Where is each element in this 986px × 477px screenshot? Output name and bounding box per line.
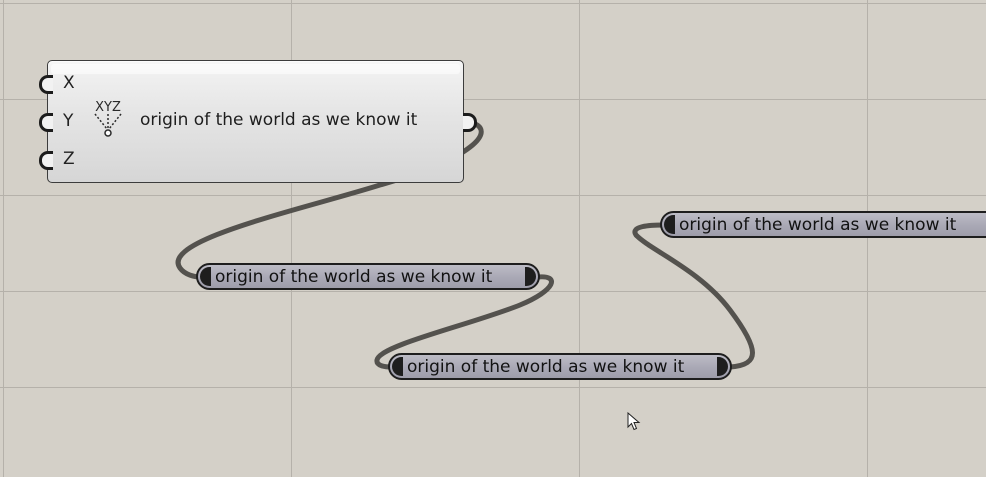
xyz-point-icon: XYZ xyxy=(94,100,122,137)
grasshopper-canvas[interactable]: X Y Z XYZ origin of the world as we know… xyxy=(0,0,986,477)
input-param-z: Z xyxy=(63,149,75,169)
input-grip-y[interactable] xyxy=(39,113,53,132)
relay-1-label: origin of the world as we know it xyxy=(215,267,493,287)
relay-3-input-grip[interactable] xyxy=(664,215,675,234)
relay-3[interactable]: origin of the world as we know it xyxy=(660,211,986,238)
component-shine xyxy=(51,64,460,74)
input-grip-z[interactable] xyxy=(39,151,53,170)
relay-2-output-grip[interactable] xyxy=(717,357,728,376)
relay-3-label: origin of the world as we know it xyxy=(679,215,957,235)
relay-2[interactable]: origin of the world as we know it xyxy=(388,353,732,380)
xyz-icon-letters: XYZ xyxy=(95,100,121,115)
relay-1-input-grip[interactable] xyxy=(200,267,211,286)
input-param-x: X xyxy=(63,73,75,93)
component-nickname: origin of the world as we know it xyxy=(140,110,418,130)
construct-point-component[interactable]: X Y Z XYZ origin of the world as we know… xyxy=(39,60,477,183)
relay-2-label: origin of the world as we know it xyxy=(407,357,685,377)
mouse-pointer-icon xyxy=(627,412,641,431)
input-grip-x[interactable] xyxy=(39,75,53,94)
wire-relay-2-to-relay-3[interactable] xyxy=(632,222,755,370)
relay-2-input-grip[interactable] xyxy=(392,357,403,376)
relay-1-output-grip[interactable] xyxy=(525,267,536,286)
relay-1[interactable]: origin of the world as we know it xyxy=(196,263,540,290)
input-param-y: Y xyxy=(63,111,74,131)
